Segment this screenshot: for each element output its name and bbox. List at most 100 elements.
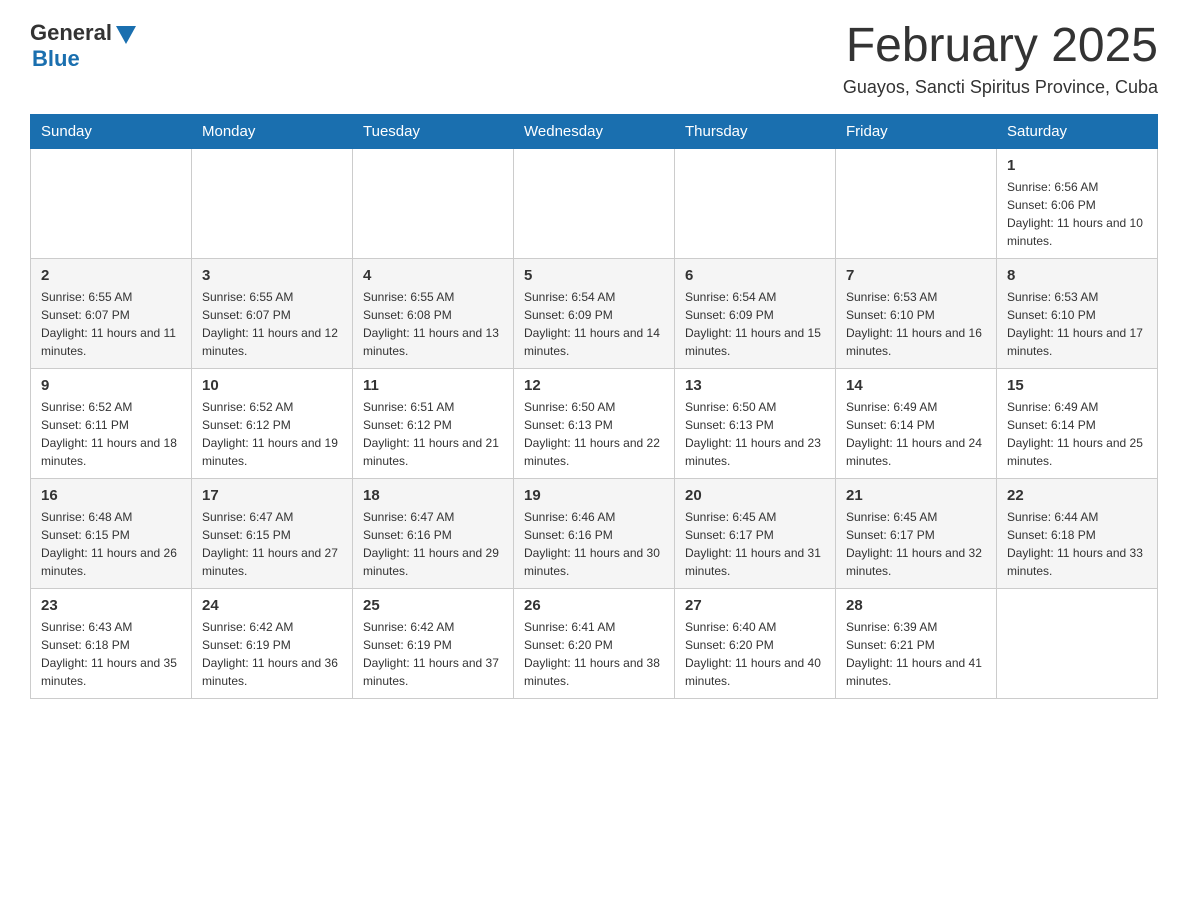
table-row: 15 Sunrise: 6:49 AMSunset: 6:14 PMDayligh… bbox=[997, 368, 1158, 478]
day-number: 22 bbox=[1007, 487, 1147, 504]
calendar-table: Sunday Monday Tuesday Wednesday Thursday… bbox=[30, 114, 1158, 699]
table-row: 18 Sunrise: 6:47 AMSunset: 6:16 PMDayligh… bbox=[353, 478, 514, 588]
table-row: 5Sunrise: 6:54 AMSunset: 6:09 PMDaylight… bbox=[514, 258, 675, 368]
table-row: 26Sunrise: 6:41 AMSunset: 6:20 PMDayligh… bbox=[514, 588, 675, 698]
title-area: February 2025 Guayos, Sancti Spiritus Pr… bbox=[843, 20, 1158, 98]
table-row: 19 Sunrise: 6:46 AMSunset: 6:16 PMDayligh… bbox=[514, 478, 675, 588]
table-row bbox=[192, 148, 353, 258]
table-row: 8 Sunrise: 6:53 AMSunset: 6:10 PMDaylight… bbox=[997, 258, 1158, 368]
table-row: 17 Sunrise: 6:47 AMSunset: 6:15 PMDayligh… bbox=[192, 478, 353, 588]
day-info: Sunrise: 6:40 AMSunset: 6:20 PMDaylight:… bbox=[685, 618, 825, 690]
table-row: 16Sunrise: 6:48 AMSunset: 6:15 PMDayligh… bbox=[31, 478, 192, 588]
table-row: 22 Sunrise: 6:44 AMSunset: 6:18 PMDayligh… bbox=[997, 478, 1158, 588]
day-number: 1 bbox=[1007, 157, 1147, 174]
table-row: 13 Sunrise: 6:50 AMSunset: 6:13 PMDayligh… bbox=[675, 368, 836, 478]
day-info: Sunrise: 6:52 AMSunset: 6:12 PMDaylight:… bbox=[202, 398, 342, 470]
table-row: 11 Sunrise: 6:51 AMSunset: 6:12 PMDayligh… bbox=[353, 368, 514, 478]
logo-blue-text: Blue bbox=[32, 46, 80, 72]
day-number: 2 bbox=[41, 267, 181, 284]
header-sunday: Sunday bbox=[31, 114, 192, 148]
logo-triangle-icon bbox=[116, 26, 136, 44]
calendar-week-row: 16Sunrise: 6:48 AMSunset: 6:15 PMDayligh… bbox=[31, 478, 1158, 588]
table-row: 24 Sunrise: 6:42 AMSunset: 6:19 PMDayligh… bbox=[192, 588, 353, 698]
day-info: Sunrise: 6:51 AMSunset: 6:12 PMDaylight:… bbox=[363, 398, 503, 470]
table-row bbox=[997, 588, 1158, 698]
table-row: 21 Sunrise: 6:45 AMSunset: 6:17 PMDayligh… bbox=[836, 478, 997, 588]
day-info: Sunrise: 6:49 AMSunset: 6:14 PMDaylight:… bbox=[1007, 398, 1147, 470]
table-row bbox=[675, 148, 836, 258]
day-number: 14 bbox=[846, 377, 986, 394]
calendar-week-row: 9 Sunrise: 6:52 AMSunset: 6:11 PMDaylight… bbox=[31, 368, 1158, 478]
day-number: 17 bbox=[202, 487, 342, 504]
table-row bbox=[836, 148, 997, 258]
day-info: Sunrise: 6:54 AMSunset: 6:09 PMDaylight:… bbox=[685, 288, 825, 360]
day-number: 13 bbox=[685, 377, 825, 394]
day-info: Sunrise: 6:55 AMSunset: 6:08 PMDaylight:… bbox=[363, 288, 503, 360]
day-info: Sunrise: 6:42 AMSunset: 6:19 PMDaylight:… bbox=[363, 618, 503, 690]
day-number: 28 bbox=[846, 597, 986, 614]
day-number: 18 bbox=[363, 487, 503, 504]
day-info: Sunrise: 6:43 AMSunset: 6:18 PMDaylight:… bbox=[41, 618, 181, 690]
day-number: 4 bbox=[363, 267, 503, 284]
table-row: 9 Sunrise: 6:52 AMSunset: 6:11 PMDaylight… bbox=[31, 368, 192, 478]
day-info: Sunrise: 6:45 AMSunset: 6:17 PMDaylight:… bbox=[846, 508, 986, 580]
table-row: 27 Sunrise: 6:40 AMSunset: 6:20 PMDayligh… bbox=[675, 588, 836, 698]
day-number: 8 bbox=[1007, 267, 1147, 284]
calendar-week-row: 23 Sunrise: 6:43 AMSunset: 6:18 PMDayligh… bbox=[31, 588, 1158, 698]
page-header: General Blue February 2025 Guayos, Sanct… bbox=[30, 20, 1158, 98]
day-info: Sunrise: 6:46 AMSunset: 6:16 PMDaylight:… bbox=[524, 508, 664, 580]
logo: General Blue bbox=[30, 20, 136, 72]
day-info: Sunrise: 6:53 AMSunset: 6:10 PMDaylight:… bbox=[1007, 288, 1147, 360]
table-row: 25 Sunrise: 6:42 AMSunset: 6:19 PMDayligh… bbox=[353, 588, 514, 698]
table-row: 2Sunrise: 6:55 AMSunset: 6:07 PMDaylight… bbox=[31, 258, 192, 368]
day-number: 19 bbox=[524, 487, 664, 504]
day-number: 7 bbox=[846, 267, 986, 284]
day-info: Sunrise: 6:50 AMSunset: 6:13 PMDaylight:… bbox=[685, 398, 825, 470]
day-number: 9 bbox=[41, 377, 181, 394]
day-number: 3 bbox=[202, 267, 342, 284]
table-row: 20 Sunrise: 6:45 AMSunset: 6:17 PMDayligh… bbox=[675, 478, 836, 588]
header-saturday: Saturday bbox=[997, 114, 1158, 148]
table-row: 4 Sunrise: 6:55 AMSunset: 6:08 PMDaylight… bbox=[353, 258, 514, 368]
day-info: Sunrise: 6:49 AMSunset: 6:14 PMDaylight:… bbox=[846, 398, 986, 470]
table-row bbox=[514, 148, 675, 258]
header-friday: Friday bbox=[836, 114, 997, 148]
table-row: 23 Sunrise: 6:43 AMSunset: 6:18 PMDayligh… bbox=[31, 588, 192, 698]
header-tuesday: Tuesday bbox=[353, 114, 514, 148]
table-row bbox=[353, 148, 514, 258]
day-info: Sunrise: 6:55 AMSunset: 6:07 PMDaylight:… bbox=[202, 288, 342, 360]
calendar-week-row: 1 Sunrise: 6:56 AMSunset: 6:06 PMDaylight… bbox=[31, 148, 1158, 258]
day-number: 25 bbox=[363, 597, 503, 614]
day-number: 6 bbox=[685, 267, 825, 284]
day-number: 10 bbox=[202, 377, 342, 394]
table-row: 1 Sunrise: 6:56 AMSunset: 6:06 PMDaylight… bbox=[997, 148, 1158, 258]
day-number: 5 bbox=[524, 267, 664, 284]
day-number: 12 bbox=[524, 377, 664, 394]
day-number: 27 bbox=[685, 597, 825, 614]
day-info: Sunrise: 6:52 AMSunset: 6:11 PMDaylight:… bbox=[41, 398, 181, 470]
table-row: 10 Sunrise: 6:52 AMSunset: 6:12 PMDayligh… bbox=[192, 368, 353, 478]
day-number: 20 bbox=[685, 487, 825, 504]
day-info: Sunrise: 6:50 AMSunset: 6:13 PMDaylight:… bbox=[524, 398, 664, 470]
day-info: Sunrise: 6:42 AMSunset: 6:19 PMDaylight:… bbox=[202, 618, 342, 690]
day-info: Sunrise: 6:44 AMSunset: 6:18 PMDaylight:… bbox=[1007, 508, 1147, 580]
logo-general-text: General bbox=[30, 20, 112, 46]
table-row: 3 Sunrise: 6:55 AMSunset: 6:07 PMDaylight… bbox=[192, 258, 353, 368]
day-info: Sunrise: 6:39 AMSunset: 6:21 PMDaylight:… bbox=[846, 618, 986, 690]
day-number: 24 bbox=[202, 597, 342, 614]
day-info: Sunrise: 6:48 AMSunset: 6:15 PMDaylight:… bbox=[41, 508, 181, 580]
day-number: 26 bbox=[524, 597, 664, 614]
day-number: 15 bbox=[1007, 377, 1147, 394]
location-text: Guayos, Sancti Spiritus Province, Cuba bbox=[843, 77, 1158, 98]
day-number: 21 bbox=[846, 487, 986, 504]
day-number: 11 bbox=[363, 377, 503, 394]
table-row: 14 Sunrise: 6:49 AMSunset: 6:14 PMDayligh… bbox=[836, 368, 997, 478]
calendar-header-row: Sunday Monday Tuesday Wednesday Thursday… bbox=[31, 114, 1158, 148]
table-row bbox=[31, 148, 192, 258]
day-info: Sunrise: 6:47 AMSunset: 6:16 PMDaylight:… bbox=[363, 508, 503, 580]
day-info: Sunrise: 6:47 AMSunset: 6:15 PMDaylight:… bbox=[202, 508, 342, 580]
day-info: Sunrise: 6:56 AMSunset: 6:06 PMDaylight:… bbox=[1007, 178, 1147, 250]
day-number: 23 bbox=[41, 597, 181, 614]
day-info: Sunrise: 6:45 AMSunset: 6:17 PMDaylight:… bbox=[685, 508, 825, 580]
month-title: February 2025 bbox=[843, 20, 1158, 73]
